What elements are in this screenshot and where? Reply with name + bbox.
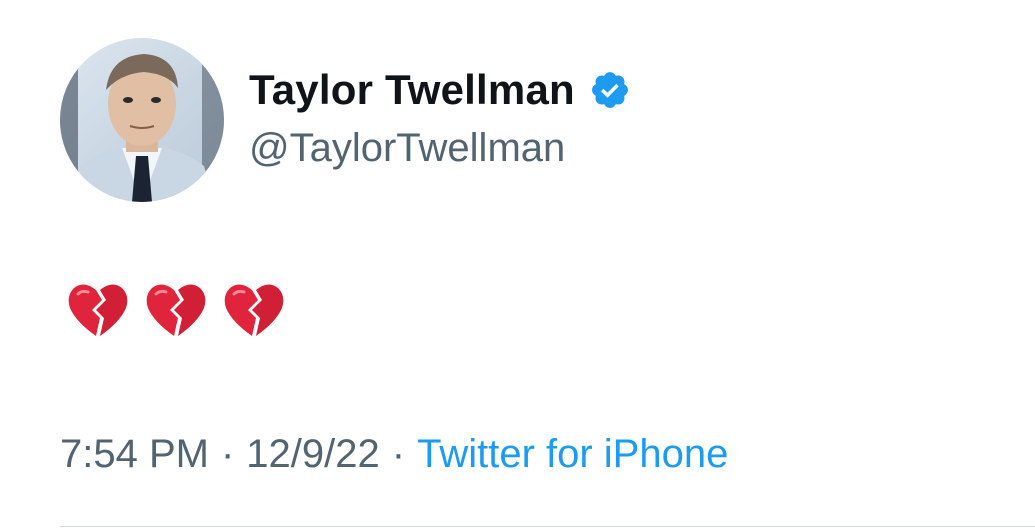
author-handle[interactable]: @TaylorTwellman [249, 126, 565, 171]
tweet-source-link[interactable]: Twitter for iPhone [417, 432, 728, 477]
divider [60, 526, 1035, 527]
tweet-meta: 7:54 PM · 12/9/22 · Twitter for iPhone [60, 432, 728, 477]
avatar-image [60, 38, 224, 202]
author-row: Taylor Twellman [249, 62, 631, 118]
tweet-card: Taylor Twellman @TaylorTwellman 7:54 PM … [0, 0, 1035, 532]
broken-heart-icon [66, 278, 130, 342]
broken-heart-icon [222, 278, 286, 342]
avatar[interactable] [60, 38, 224, 202]
author-name[interactable]: Taylor Twellman [249, 66, 575, 114]
tweet-date[interactable]: 12/9/22 [246, 432, 379, 477]
meta-separator: · [220, 432, 235, 476]
tweet-text [66, 278, 286, 342]
verified-badge-icon[interactable] [589, 69, 631, 111]
broken-heart-icon [144, 278, 208, 342]
meta-separator: · [391, 432, 406, 476]
tweet-time[interactable]: 7:54 PM [60, 432, 209, 477]
